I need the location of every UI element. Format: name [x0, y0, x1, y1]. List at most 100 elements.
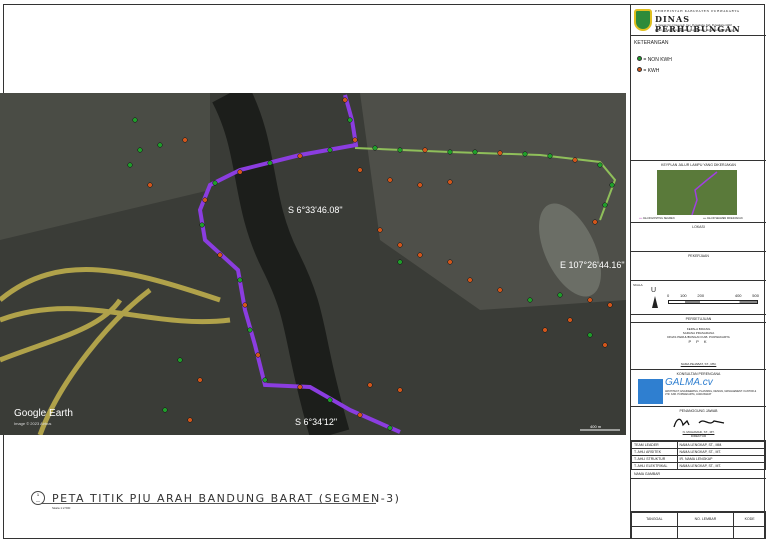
pju-point-non-kwh[interactable] — [237, 277, 243, 283]
kode-label: KODE — [733, 512, 766, 527]
staff-role: TEAM LEADER — [631, 441, 678, 449]
keyplan-box: KEYPLAN JALUR LAMPU YANG DIKERJAKAN ━━ J… — [631, 161, 766, 223]
google-earth-logo: Google Earth — [14, 408, 73, 419]
pju-point-kwh[interactable] — [342, 97, 348, 103]
staff-row: T. AHLI ARSITEK NAMA LENGKAP, ST., MT. — [631, 448, 767, 456]
pju-point-kwh[interactable] — [237, 169, 243, 175]
title-block: PEMERINTAH KABUPATEN PURWAKARTA DINAS PE… — [630, 4, 767, 540]
pju-point-kwh[interactable] — [357, 167, 363, 173]
map-canvas — [0, 93, 626, 435]
pju-point-kwh[interactable] — [422, 147, 428, 153]
legend-item-kwh: = KWH — [637, 67, 659, 74]
pju-point-kwh[interactable] — [447, 179, 453, 185]
logo-icon — [634, 9, 652, 31]
satellite-map[interactable]: S 6°33'46.08" E 107°26'44.16" S 6°34'12"… — [0, 93, 626, 435]
pju-point-non-kwh[interactable] — [177, 357, 183, 363]
pju-point-non-kwh[interactable] — [602, 202, 608, 208]
pju-point-kwh[interactable] — [467, 277, 473, 283]
pju-point-non-kwh[interactable] — [347, 117, 353, 123]
pju-point-kwh[interactable] — [567, 317, 573, 323]
map-scale: 400 m — [590, 424, 602, 429]
pju-point-non-kwh[interactable] — [137, 147, 143, 153]
pju-point-kwh[interactable] — [397, 242, 403, 248]
pju-point-kwh[interactable] — [297, 153, 303, 159]
pju-point-non-kwh[interactable] — [397, 147, 403, 153]
consultant-box: KONSULTAN PERENCANA GALMA.cv ARCHITECT, … — [631, 370, 766, 407]
pju-point-kwh[interactable] — [587, 297, 593, 303]
staff-row: T. AHLI STRUKTUR IR. NAMA LENGKAP — [631, 455, 767, 463]
pju-point-non-kwh[interactable] — [557, 292, 563, 298]
pju-point-kwh[interactable] — [367, 382, 373, 388]
konsultan-label: KONSULTAN PERENCANA — [676, 372, 721, 376]
approver-title: KEPALA BIDANG — [686, 327, 711, 331]
keyplan-title: KEYPLAN JALUR LAMPU YANG DIKERJAKAN — [661, 163, 736, 167]
pju-point-non-kwh[interactable] — [247, 327, 253, 333]
pju-point-non-kwh[interactable] — [397, 259, 403, 265]
pju-point-kwh[interactable] — [572, 157, 578, 163]
tanggal-label: TANGGAL — [631, 512, 678, 527]
pju-point-kwh[interactable] — [187, 417, 193, 423]
pju-point-kwh[interactable] — [417, 182, 423, 188]
keyplan-map — [657, 170, 737, 216]
pju-point-kwh[interactable] — [255, 352, 261, 358]
pju-point-non-kwh[interactable] — [387, 425, 393, 431]
legend-box: KETERANGAN = NON KWH = KWH — [631, 36, 766, 161]
lokasi-label: LOKASI — [692, 225, 705, 229]
pju-point-kwh[interactable] — [497, 287, 503, 293]
pju-point-non-kwh[interactable] — [267, 160, 273, 166]
pju-point-non-kwh[interactable] — [587, 332, 593, 338]
pju-point-kwh[interactable] — [602, 342, 608, 348]
attribution: Image © 2023 Airbus — [14, 421, 52, 426]
north-arrow-icon: U — [651, 287, 657, 294]
address: Jl. Veteran No.1 Ciseureuh, Kec. Purwaka… — [655, 24, 732, 27]
pju-point-non-kwh[interactable] — [327, 397, 333, 403]
coord-label: S 6°33'46.08" — [288, 205, 343, 215]
pju-point-kwh[interactable] — [417, 252, 423, 258]
footer-table: TANGGAL NO. LEMBAR KODE — [631, 511, 766, 540]
pju-point-non-kwh[interactable] — [127, 162, 133, 168]
pju-point-kwh[interactable] — [357, 412, 363, 418]
pju-point-non-kwh[interactable] — [327, 147, 333, 153]
pju-point-kwh[interactable] — [387, 177, 393, 183]
pju-point-kwh[interactable] — [297, 384, 303, 390]
staff-row: TEAM LEADER NAMA LENGKAP, ST., MM. — [631, 441, 767, 449]
staff-role: T. AHLI STRUKTUR — [631, 455, 678, 463]
pju-point-non-kwh[interactable] — [472, 149, 478, 155]
pju-point-non-kwh[interactable] — [547, 153, 553, 159]
pju-point-non-kwh[interactable] — [262, 377, 268, 383]
staff-name: NAMA LENGKAP, ST., MT. — [676, 448, 767, 456]
pju-point-kwh[interactable] — [147, 182, 153, 188]
pju-point-kwh[interactable] — [592, 219, 598, 225]
staff-name: IR. NAMA LENGKAP — [676, 455, 767, 463]
pju-point-non-kwh[interactable] — [199, 222, 205, 228]
pju-point-non-kwh[interactable] — [597, 162, 603, 168]
pju-point-kwh[interactable] — [377, 227, 383, 233]
pju-point-non-kwh[interactable] — [372, 145, 378, 151]
pju-point-non-kwh[interactable] — [447, 149, 453, 155]
pju-point-kwh[interactable] — [197, 377, 203, 383]
pju-point-non-kwh[interactable] — [162, 407, 168, 413]
pju-point-non-kwh[interactable] — [527, 297, 533, 303]
pju-point-non-kwh[interactable] — [212, 180, 218, 186]
pju-point-non-kwh[interactable] — [522, 151, 528, 157]
pju-point-kwh[interactable] — [242, 302, 248, 308]
pju-point-kwh[interactable] — [352, 137, 358, 143]
persetujuan-label: PERSETUJUAN — [685, 317, 712, 321]
consultant-desc: ARCHITECT, ENGINEERING, PLANNING, DESIGN… — [665, 390, 757, 396]
pju-point-kwh[interactable] — [607, 302, 613, 308]
pju-point-kwh[interactable] — [542, 327, 548, 333]
pju-point-non-kwh[interactable] — [609, 182, 615, 188]
pju-point-kwh[interactable] — [397, 387, 403, 393]
legend-title: KETERANGAN — [634, 40, 669, 46]
pju-point-kwh[interactable] — [202, 197, 208, 203]
scale-ticks: 0 100 200 400 500 — [667, 293, 759, 298]
pju-point-non-kwh[interactable] — [132, 117, 138, 123]
pju-point-kwh[interactable] — [447, 259, 453, 265]
pju-point-non-kwh[interactable] — [157, 142, 163, 148]
pju-point-kwh[interactable] — [217, 252, 223, 258]
approval-box: KEPALA BIDANG SARANA PRASARANA DINAS PER… — [631, 323, 766, 370]
staff-role: T. AHLI ARSITEK — [631, 448, 678, 456]
pju-point-kwh[interactable] — [182, 137, 188, 143]
pju-point-kwh[interactable] — [497, 150, 503, 156]
title-scale: Skala 1:2.500 — [52, 506, 71, 510]
